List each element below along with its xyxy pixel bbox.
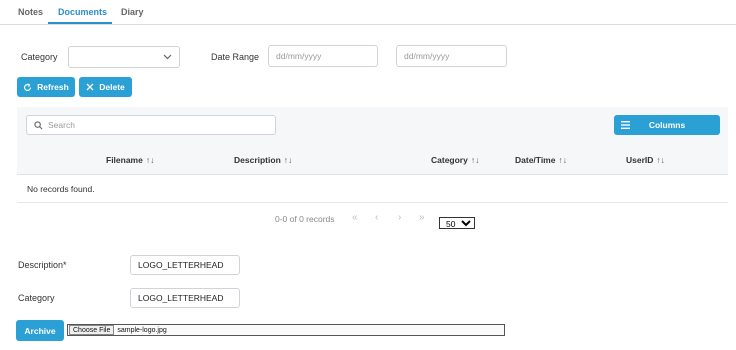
description-label: Description*: [18, 260, 67, 270]
delete-button-label: Delete: [99, 82, 125, 92]
column-header-category[interactable]: Category ↑↓: [431, 155, 479, 165]
page-size-select[interactable]: 50: [439, 217, 475, 229]
column-header-datetime[interactable]: Date/Time ↑↓: [515, 155, 567, 165]
choose-file-button[interactable]: Choose File: [69, 325, 115, 335]
date-to-input[interactable]: dd/mm/yyyy: [396, 45, 507, 67]
description-input-value: LOGO_LETTERHEAD: [138, 260, 224, 270]
first-page-icon[interactable]: «: [352, 212, 358, 223]
tab-diary[interactable]: Diary: [121, 7, 144, 17]
category-filter-select[interactable]: [68, 46, 180, 68]
delete-button[interactable]: Delete: [79, 77, 132, 97]
list-icon: [621, 121, 630, 129]
pager-summary: 0-0 of 0 records: [275, 214, 335, 224]
close-icon: [86, 83, 94, 91]
column-header-datetime-label: Date/Time: [515, 155, 556, 165]
columns-button-label: Columns: [648, 120, 686, 130]
date-from-input[interactable]: dd/mm/yyyy: [268, 45, 378, 67]
grid-search-placeholder: Search: [48, 120, 75, 130]
sort-icon: ↑↓: [470, 155, 480, 165]
sort-icon: ↑↓: [558, 155, 567, 165]
tab-bar: Notes Documents Diary: [0, 0, 736, 25]
empty-message: No records found.: [27, 184, 95, 194]
selected-file-name: sample-logo.jpg: [117, 326, 167, 334]
tab-documents[interactable]: Documents: [58, 7, 107, 17]
refresh-button[interactable]: Refresh: [17, 77, 75, 97]
columns-button[interactable]: Columns: [614, 115, 720, 135]
search-icon: [34, 120, 43, 129]
date-range-label: Date Range: [211, 52, 260, 62]
grid-header-row: Filename ↑↓ Description ↑↓ Category ↑↓ Date…: [17, 147, 728, 175]
column-header-category-label: Category: [431, 155, 468, 165]
grid-body: No records found.: [17, 175, 728, 203]
file-input[interactable]: Choose File sample-logo.jpg: [67, 324, 505, 336]
upload-category-input-value: LOGO_LETTERHEAD: [138, 293, 224, 303]
grid-search-input[interactable]: Search: [26, 115, 276, 135]
last-page-icon[interactable]: »: [419, 212, 425, 223]
column-header-userid-label: UserID: [626, 155, 654, 165]
date-from-placeholder: dd/mm/yyyy: [276, 51, 322, 61]
upload-category-label: Category: [18, 293, 55, 303]
archive-button[interactable]: Archive: [16, 320, 64, 341]
prev-page-icon[interactable]: ‹: [375, 212, 378, 223]
archive-button-label: Archive: [24, 325, 56, 336]
column-header-filename[interactable]: Filename ↑↓: [106, 155, 154, 165]
sort-icon: ↑↓: [145, 155, 155, 165]
description-input[interactable]: LOGO_LETTERHEAD: [130, 255, 240, 275]
active-tab-indicator: [48, 22, 112, 24]
column-header-description[interactable]: Description ↑↓: [234, 155, 292, 165]
chevron-down-icon: [163, 54, 172, 60]
refresh-icon: [24, 82, 32, 91]
column-header-description-label: Description: [234, 155, 281, 165]
sort-icon: ↑↓: [283, 155, 293, 165]
column-header-filename-label: Filename: [106, 155, 143, 165]
next-page-icon[interactable]: ›: [398, 212, 401, 223]
tab-notes[interactable]: Notes: [18, 7, 43, 17]
refresh-button-label: Refresh: [37, 82, 69, 92]
column-header-userid[interactable]: UserID ↑↓: [626, 155, 665, 165]
sort-icon: ↑↓: [656, 155, 665, 165]
date-to-placeholder: dd/mm/yyyy: [404, 51, 450, 61]
category-filter-label: Category: [21, 52, 58, 62]
upload-category-input[interactable]: LOGO_LETTERHEAD: [130, 288, 240, 308]
